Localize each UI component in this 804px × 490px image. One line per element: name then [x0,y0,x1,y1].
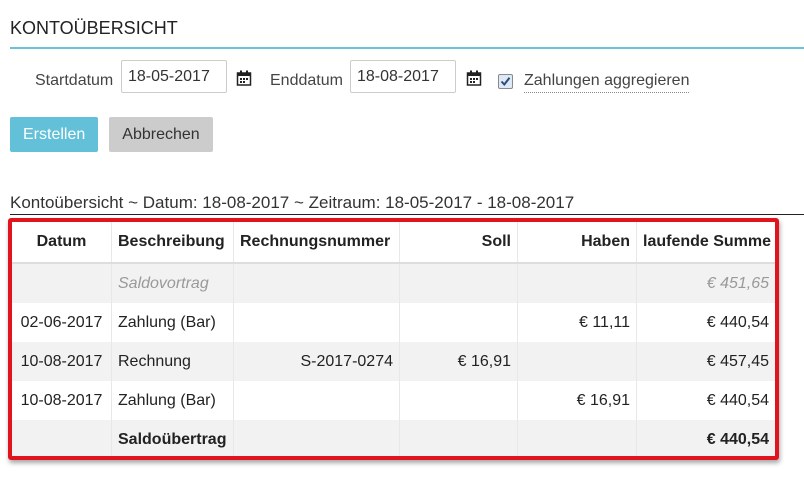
column-header-debit: Soll [399,222,518,264]
cell-debit [399,381,518,420]
cell-invoice-number [233,263,400,303]
report-heading: Kontoübersicht ~ Datum: 18-08-2017 ~ Zei… [10,193,575,212]
cell-running-total: € 440,54 [706,391,769,409]
start-date-input[interactable] [121,60,227,93]
start-date-label: Startdatum [35,72,114,89]
column-header-credit: Haben [517,222,637,264]
checkmark-icon [500,77,511,87]
cell-debit [399,420,518,456]
title-divider [10,47,804,49]
table-header-row: Datum Beschreibung Rechnungsnummer Soll … [12,222,775,264]
table-row-carry-forward: Saldovortrag € 451,65 [12,263,775,303]
cell-credit: € 16,91 [517,381,637,420]
aggregate-payments-label[interactable]: Zahlungen aggregieren [524,72,690,93]
cell-invoice-number [233,303,400,342]
cell-date [12,263,112,303]
cell-debit [399,303,518,342]
calendar-icon[interactable] [466,70,482,86]
cell-running-total: € 457,45 [636,342,775,381]
table-row: 10-08-2017 Zahlung (Bar) € 16,91 € 440,5… [12,381,775,420]
cell-date: 10-08-2017 [12,381,112,420]
report-divider [10,214,804,215]
cell-date: 10-08-2017 [12,342,112,381]
cell-credit [517,420,637,456]
cell-date: 02-06-2017 [12,303,112,342]
cell-debit [399,263,518,303]
end-date-label: Enddatum [270,72,343,89]
end-date-input[interactable] [350,60,456,93]
cell-description: Zahlung (Bar) [111,303,234,342]
cell-description: Rechnung [111,342,234,381]
column-header-running-total: laufende Summe [636,222,775,264]
cell-debit: € 16,91 [399,342,518,381]
cell-invoice-number [233,420,400,456]
cell-description: Saldovortrag [111,263,234,303]
calendar-icon[interactable] [236,70,252,86]
table-row-balance-total: Saldoübertrag € 440,54 [12,420,775,456]
cell-credit [517,342,637,381]
column-header-invoice-number: Rechnungsnummer [233,222,400,264]
table-row: 02-06-2017 Zahlung (Bar) € 11,11 € 440,5… [12,303,775,342]
account-statement-table: Datum Beschreibung Rechnungsnummer Soll … [12,222,775,456]
cell-credit [517,263,637,303]
cell-date [12,420,112,456]
aggregate-payments-checkbox[interactable] [498,74,513,89]
account-statement-table-frame: Datum Beschreibung Rechnungsnummer Soll … [8,218,779,460]
cell-running-total: € 451,65 [636,263,775,303]
cell-invoice-number: S-2017-0274 [233,342,400,381]
table-row: 10-08-2017 Rechnung S-2017-0274 € 16,91 … [12,342,775,381]
column-header-description: Beschreibung [111,222,234,264]
cancel-button[interactable]: Abbrechen [109,117,213,152]
cell-running-total: € 440,54 [706,313,769,331]
cell-credit: € 11,11 [517,303,637,342]
page-title: KONTOÜBERSICHT [10,18,178,38]
column-header-date: Datum [12,222,112,264]
create-button[interactable]: Erstellen [10,117,98,152]
cell-running-total: € 440,54 [636,420,775,456]
cell-invoice-number [233,381,400,420]
cell-description: Zahlung (Bar) [111,381,234,420]
cell-description: Saldoübertrag [111,420,234,456]
